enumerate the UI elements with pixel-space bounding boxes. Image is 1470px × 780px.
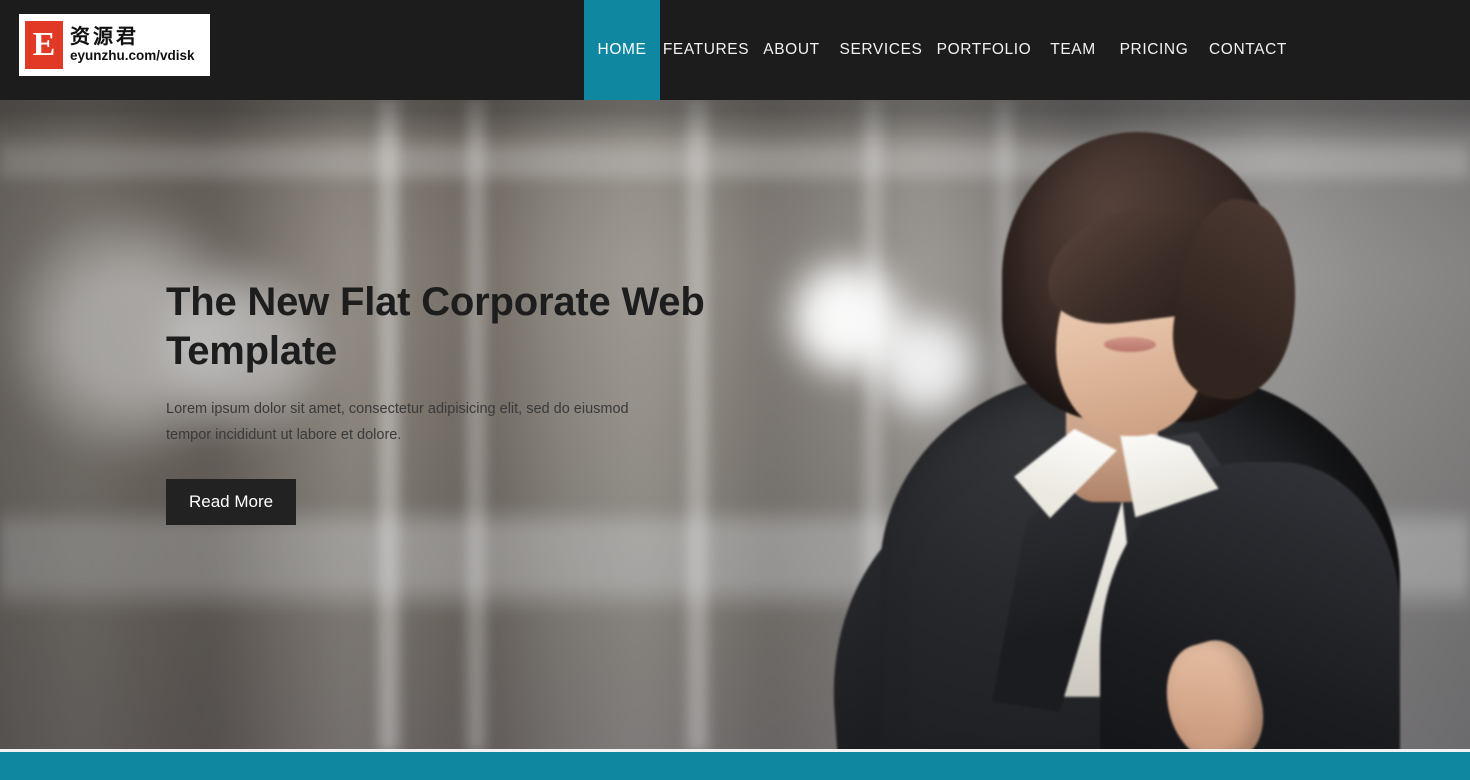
- watermark-overlay: E 资源君 eyunzhu.com/vdisk: [19, 14, 210, 76]
- nav-item-pricing[interactable]: PRICING: [1109, 0, 1199, 100]
- nav-item-team[interactable]: TEAM: [1037, 0, 1109, 100]
- watermark-badge-letter: E: [32, 26, 56, 63]
- read-more-button[interactable]: Read More: [166, 478, 297, 525]
- nav-item-portfolio[interactable]: PORTFOLIO: [931, 0, 1037, 100]
- main-navigation: HOME FEATURES ABOUT SERVICES PORTFOLIO T…: [584, 0, 1297, 100]
- nav-item-home[interactable]: HOME: [584, 0, 660, 100]
- person-lips: [1104, 337, 1156, 352]
- watermark-badge-icon: E: [25, 21, 63, 69]
- hero-banner: The New Flat Corporate Web Template Lore…: [0, 100, 1470, 752]
- hero-subtitle: Lorem ipsum dolor sit amet, consectetur …: [166, 401, 629, 444]
- nav-item-services[interactable]: SERVICES: [831, 0, 931, 100]
- hero-title: The New Flat Corporate Web Template: [166, 280, 705, 374]
- watermark-url: eyunzhu.com/vdisk: [70, 48, 195, 64]
- watermark-text-group: 资源君 eyunzhu.com/vdisk: [70, 25, 195, 64]
- site-header: BREEZ HOME FEATURES ABOUT SERVICES PORTF…: [0, 0, 1470, 100]
- nav-item-contact[interactable]: CONTACT: [1199, 0, 1297, 100]
- accent-bar: [0, 752, 1470, 780]
- nav-item-about[interactable]: ABOUT: [752, 0, 831, 100]
- hero-businesswoman-image: [770, 100, 1470, 752]
- watermark-chinese-text: 资源君: [70, 24, 139, 49]
- hero-businesswoman-layers: [770, 100, 1470, 752]
- hero-caption: The New Flat Corporate Web Template Lore…: [166, 278, 806, 525]
- nav-item-features[interactable]: FEATURES: [660, 0, 752, 100]
